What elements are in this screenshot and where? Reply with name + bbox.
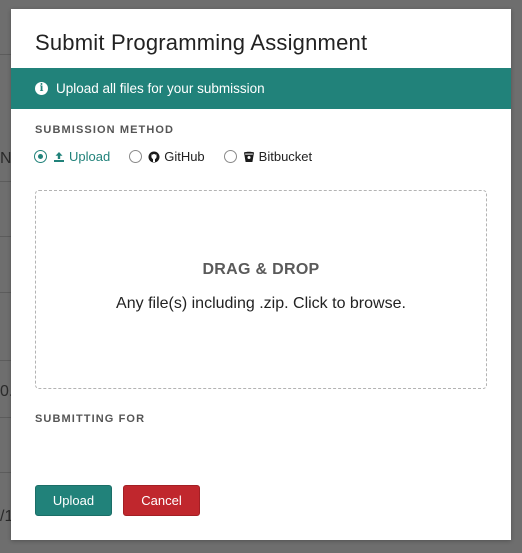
- file-dropzone[interactable]: DRAG & DROP Any file(s) including .zip. …: [35, 190, 487, 389]
- info-circle-icon: i: [35, 82, 48, 95]
- github-icon: [148, 151, 160, 163]
- submit-assignment-modal: Submit Programming Assignment i Upload a…: [11, 9, 511, 540]
- submission-method-options: Upload GitHub Bitbucket: [34, 149, 331, 164]
- github-radio[interactable]: [129, 150, 143, 163]
- method-option-label: Bitbucket: [258, 149, 313, 164]
- modal-title: Submit Programming Assignment: [35, 30, 368, 55]
- upload-icon: [53, 151, 65, 163]
- submission-method-label: SUBMISSION METHOD: [35, 124, 175, 136]
- method-option-label: Upload: [69, 149, 111, 164]
- bitbucket-icon: [243, 151, 255, 163]
- dropzone-subtitle: Any file(s) including .zip. Click to bro…: [116, 295, 406, 312]
- method-option-github[interactable]: GitHub: [129, 149, 205, 164]
- method-option-label: GitHub: [164, 149, 205, 164]
- method-option-bitbucket[interactable]: Bitbucket: [223, 149, 313, 164]
- dropzone-title: DRAG & DROP: [202, 261, 320, 278]
- cancel-button[interactable]: Cancel: [123, 485, 200, 516]
- upload-button[interactable]: Upload: [35, 485, 112, 516]
- upload-radio[interactable]: [34, 150, 47, 163]
- method-option-upload[interactable]: Upload: [34, 149, 110, 164]
- info-banner: i Upload all files for your submission: [11, 68, 511, 109]
- bitbucket-radio[interactable]: [223, 150, 237, 163]
- submitting-for-label: SUBMITTING FOR: [35, 413, 146, 425]
- info-banner-text: Upload all files for your submission: [56, 81, 265, 96]
